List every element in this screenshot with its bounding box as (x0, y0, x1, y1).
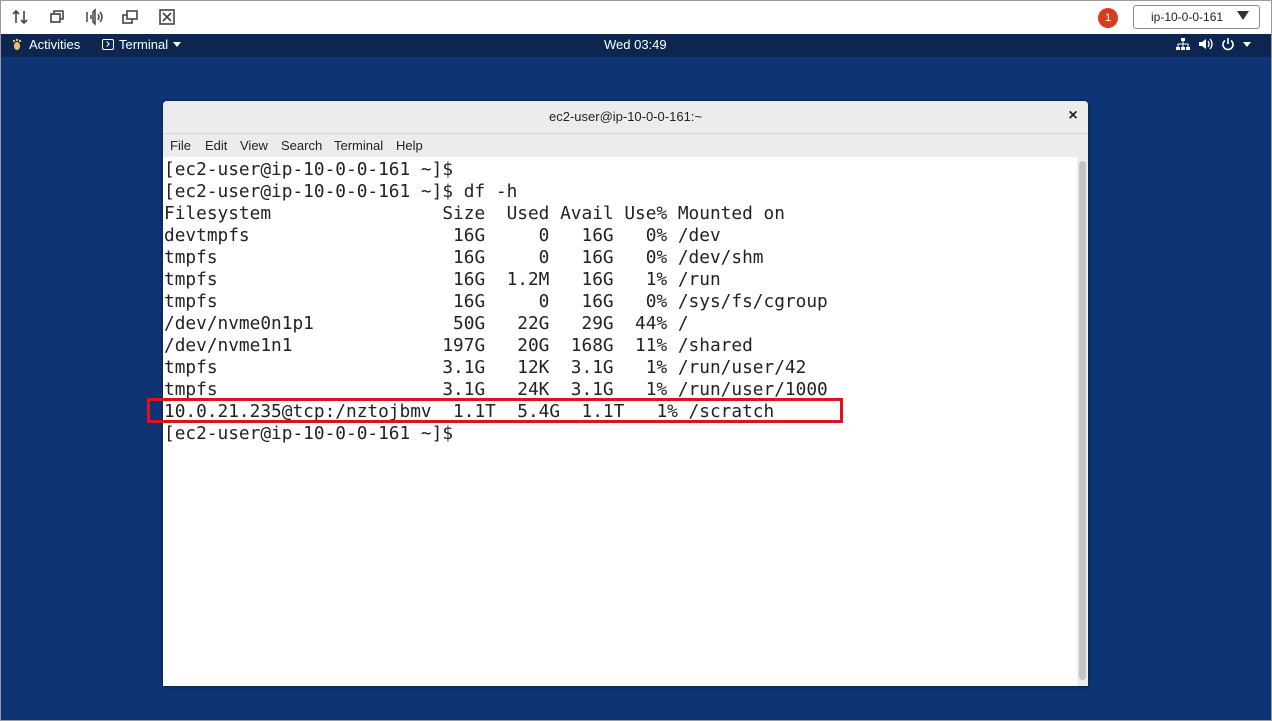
chevron-down-icon (173, 42, 182, 47)
menu-file[interactable]: File (170, 138, 191, 153)
restore-icon[interactable] (46, 7, 68, 27)
terminal-line: devtmpfs 16G 0 16G 0% /dev (164, 225, 721, 246)
terminal-line: tmpfs 16G 0 16G 0% /sys/fs/cgroup (164, 291, 828, 312)
clock[interactable]: Wed 03:49 (604, 37, 667, 52)
terminal-line: [ec2-user@ip-10-0-0-161 ~]$ (164, 159, 454, 180)
terminal-line: tmpfs 3.1G 12K 3.1G 1% /run/user/42 (164, 357, 807, 378)
host-select-label: ip-10-0-0-161 (1151, 10, 1224, 24)
multi-window-icon[interactable] (119, 7, 141, 27)
terminal-menubar: File Edit View Search Terminal Help (163, 134, 1088, 157)
terminal-line: Filesystem Size Used Avail Use% Mounted … (164, 203, 785, 224)
system-tray[interactable] (1176, 37, 1251, 51)
desktop: Activities Terminal Wed 03:49 ec2-user@i… (1, 34, 1271, 720)
remote-client-toolbar: 1 ip-10-0-0-161 (1, 1, 1271, 34)
menu-edit[interactable]: Edit (205, 138, 227, 153)
highlight-box (147, 398, 843, 423)
terminal-line: tmpfs 16G 1.2M 16G 1% /run (164, 269, 721, 290)
chevron-down-icon (1237, 11, 1249, 20)
menu-terminal[interactable]: Terminal (334, 138, 383, 153)
terminal-line: /dev/nvme1n1 197G 20G 168G 11% /shared (164, 335, 753, 356)
terminal-line: /dev/nvme0n1p1 50G 22G 29G 44% / (164, 313, 689, 334)
app-menu-terminal[interactable]: Terminal (102, 37, 182, 52)
fullscreen-icon[interactable] (156, 7, 178, 27)
window-title: ec2-user@ip-10-0-0-161:~ (548, 109, 703, 124)
close-icon[interactable]: × (1065, 107, 1081, 125)
terminal-scrollbar[interactable] (1077, 157, 1088, 686)
terminal-icon (102, 39, 114, 50)
scrollbar-thumb[interactable] (1079, 161, 1086, 680)
menu-view[interactable]: View (240, 138, 268, 153)
gnome-top-bar: Activities Terminal Wed 03:49 (1, 34, 1271, 57)
sort-icon[interactable] (10, 7, 32, 27)
app-menu-label: Terminal (119, 37, 169, 52)
host-select[interactable]: ip-10-0-0-161 (1133, 5, 1260, 29)
terminal-line: tmpfs 16G 0 16G 0% /dev/shm (164, 247, 764, 268)
menu-help[interactable]: Help (396, 138, 423, 153)
activities-label: Activities (29, 37, 81, 52)
volume-icon (1199, 38, 1213, 50)
terminal-line: [ec2-user@ip-10-0-0-161 ~]$ (164, 423, 454, 444)
audio-icon[interactable] (83, 7, 105, 27)
activities-button[interactable]: Activities (11, 37, 80, 52)
terminal-line: [ec2-user@ip-10-0-0-161 ~]$ df -h (164, 181, 518, 202)
menu-search[interactable]: Search (281, 138, 322, 153)
terminal-window[interactable]: ec2-user@ip-10-0-0-161:~ × File Edit Vie… (163, 101, 1088, 686)
chevron-down-icon (1243, 41, 1251, 47)
notification-badge[interactable]: 1 (1098, 8, 1118, 28)
power-icon (1222, 38, 1234, 51)
window-titlebar[interactable]: ec2-user@ip-10-0-0-161:~ × (163, 101, 1088, 134)
activities-foot-icon (12, 38, 22, 50)
network-icon (1176, 38, 1190, 50)
